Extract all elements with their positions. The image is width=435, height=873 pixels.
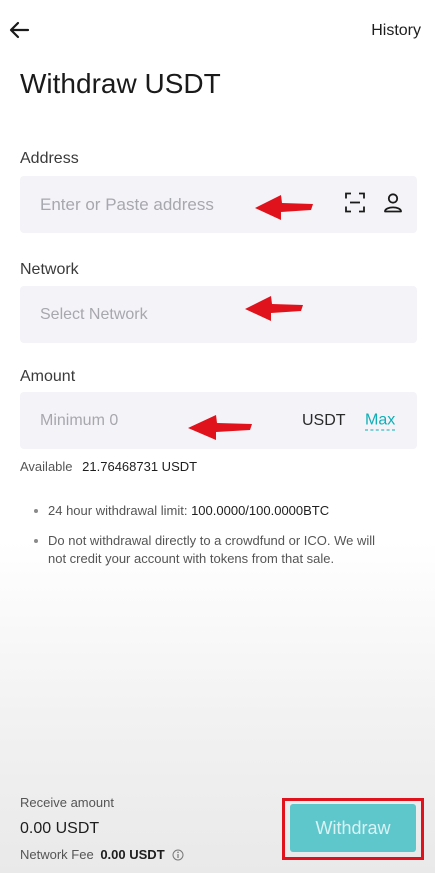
receive-amount-label: Receive amount bbox=[20, 795, 114, 810]
network-label: Network bbox=[20, 261, 79, 278]
network-fee-label: Network Fee bbox=[20, 847, 94, 862]
available-balance: Available 21.76468731 USDT bbox=[20, 459, 197, 474]
withdraw-button[interactable]: Withdraw bbox=[290, 804, 416, 852]
network-placeholder: Select Network bbox=[40, 305, 148, 323]
page-title: Withdraw USDT bbox=[20, 68, 221, 99]
history-link[interactable]: History bbox=[371, 22, 421, 40]
amount-label: Amount bbox=[20, 368, 76, 385]
arrow-left-icon bbox=[9, 21, 30, 39]
amount-field[interactable]: Minimum 0 USDT Max bbox=[20, 392, 417, 449]
list-item: 24 hour withdrawal limit: 100.0000/100.0… bbox=[32, 502, 392, 520]
amount-unit: USDT bbox=[302, 411, 346, 429]
withdrawal-notes: 24 hour withdrawal limit: 100.0000/100.0… bbox=[32, 502, 392, 580]
network-select[interactable]: Select Network bbox=[20, 286, 417, 343]
network-fee: Network Fee 0.00 USDT bbox=[20, 847, 184, 864]
scan-icon[interactable] bbox=[344, 191, 366, 218]
limit-label: 24 hour withdrawal limit: bbox=[48, 503, 188, 518]
available-value: 21.76468731 USDT bbox=[82, 459, 198, 474]
address-label: Address bbox=[20, 150, 79, 167]
back-button[interactable] bbox=[6, 16, 34, 44]
person-icon[interactable] bbox=[382, 191, 404, 218]
address-placeholder: Enter or Paste address bbox=[40, 194, 214, 214]
max-button[interactable]: Max bbox=[365, 411, 396, 430]
warning-text: Do not withdrawal directly to a crowdfun… bbox=[48, 533, 376, 566]
network-fee-value: 0.00 USDT bbox=[100, 847, 165, 862]
limit-value: 100.0000/100.0000BTC bbox=[191, 503, 330, 518]
available-label: Available bbox=[20, 459, 73, 474]
receive-amount-value: 0.00 USDT bbox=[20, 820, 100, 837]
info-icon[interactable] bbox=[172, 849, 184, 864]
address-field[interactable]: Enter or Paste address bbox=[20, 176, 417, 233]
amount-placeholder: Minimum 0 bbox=[40, 411, 119, 429]
list-item: Do not withdrawal directly to a crowdfun… bbox=[32, 532, 392, 568]
